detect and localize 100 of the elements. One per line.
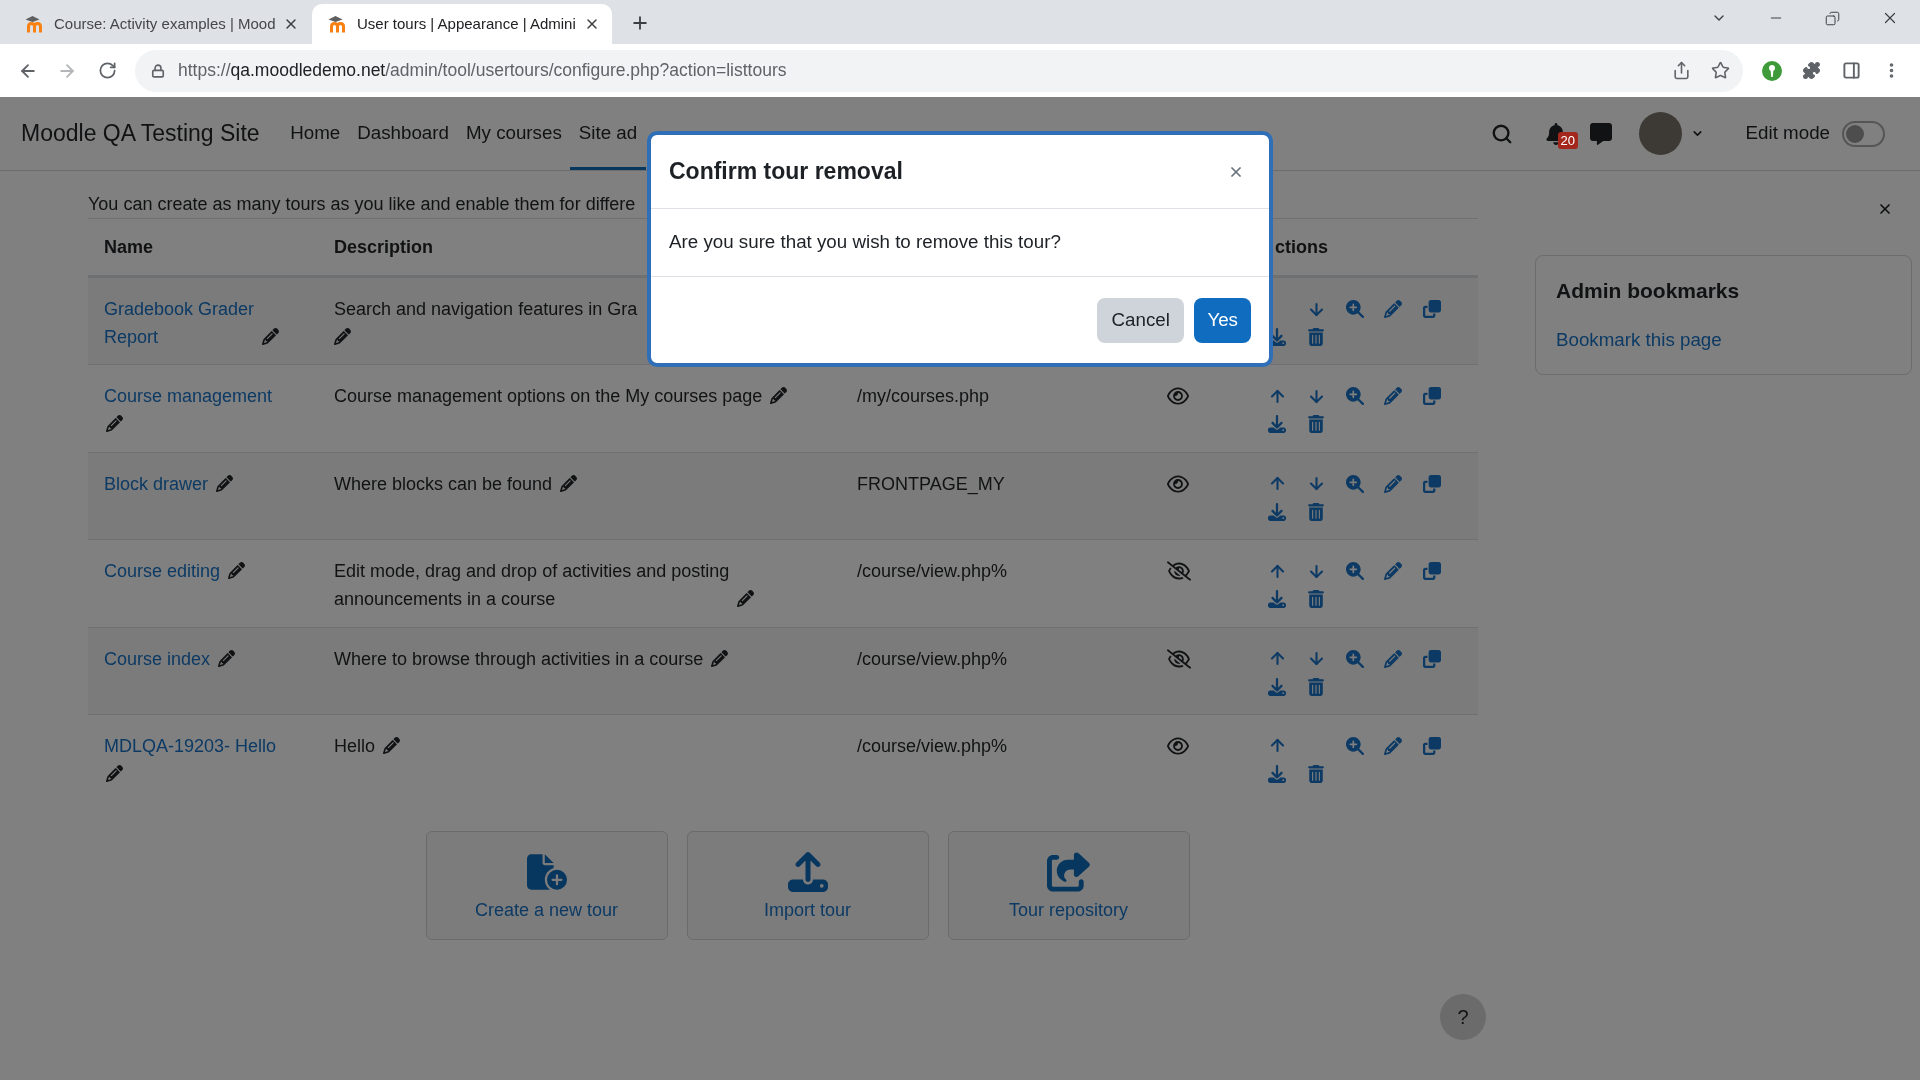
tour-name-link[interactable]: Course index	[104, 644, 211, 673]
eye-icon[interactable]	[1167, 386, 1189, 407]
create-tour-button[interactable]: Create a new tour	[425, 831, 668, 941]
eye-slash-icon[interactable]	[1167, 561, 1191, 582]
zoom-in-icon[interactable]	[1345, 736, 1364, 755]
browser-tab[interactable]: Course: Activity examples | Mood	[12, 4, 309, 44]
eye-icon[interactable]	[1167, 735, 1189, 756]
zoom-in-icon[interactable]	[1345, 562, 1364, 581]
search-icon[interactable]	[1490, 122, 1513, 145]
share-icon	[1046, 852, 1091, 893]
eye-slash-icon[interactable]	[1167, 648, 1191, 669]
close-icon[interactable]	[1877, 201, 1893, 217]
dialog-message: Are you sure that you wish to remove this tour?	[669, 230, 1061, 255]
edit-mode-label: Edit mode	[1745, 121, 1830, 146]
tour-name-link[interactable]: Course editing	[104, 557, 221, 586]
trash-icon[interactable]	[1308, 328, 1325, 346]
trash-icon[interactable]	[1308, 677, 1325, 696]
copy-icon[interactable]	[1423, 300, 1442, 318]
tour-name-link[interactable]: Block drawer	[104, 469, 209, 498]
trash-icon[interactable]	[1308, 590, 1325, 609]
trash-icon[interactable]	[1308, 415, 1325, 434]
trash-icon[interactable]	[1308, 502, 1325, 521]
pencil-icon[interactable]	[560, 474, 577, 492]
lock-icon[interactable]	[151, 63, 165, 78]
url-pattern-text: /course/view.php%	[857, 561, 1008, 582]
dialog-title: Confirm tour removal	[669, 157, 903, 187]
site-name[interactable]: Moodle QA Testing Site	[21, 116, 260, 151]
upload-icon	[787, 852, 828, 893]
trash-icon[interactable]	[1308, 764, 1325, 783]
pencil-icon[interactable]	[383, 736, 400, 754]
pencil-icon[interactable]	[1384, 300, 1403, 318]
confirm-button[interactable]: Yes	[1194, 298, 1251, 343]
notification-count: 20	[1557, 131, 1579, 149]
file-plus-icon	[526, 852, 567, 893]
chat-icon[interactable]	[1589, 122, 1612, 145]
description-text: Edit mode, drag and drop of activities and posting announcements in a course	[334, 560, 730, 612]
copy-icon[interactable]	[1423, 474, 1442, 493]
reload-icon[interactable]	[98, 61, 117, 80]
share-icon[interactable]	[1672, 61, 1691, 80]
copy-icon[interactable]	[1423, 649, 1442, 668]
url-text: https://qa.moodledemo.net/admin/tool/usertours/configure.php?action=listtours	[178, 59, 787, 83]
bookmark-link[interactable]: Bookmark this page	[1556, 326, 1722, 354]
extension-icon[interactable]	[1762, 60, 1782, 81]
pencil-icon[interactable]	[1384, 649, 1403, 668]
cancel-button[interactable]: Cancel	[1097, 298, 1185, 343]
nav-link[interactable]: Home	[281, 97, 349, 170]
pencil-icon[interactable]	[1384, 387, 1403, 406]
nav-link[interactable]: Dashboard	[348, 97, 458, 170]
help-button[interactable]: ?	[1440, 994, 1486, 1040]
cap-logo-icon	[328, 15, 346, 33]
close-tab-icon[interactable]	[283, 16, 299, 32]
address-field[interactable]: https://qa.moodledemo.net/admin/tool/usertours/configure.php?action=listtours	[135, 49, 1743, 92]
pencil-icon[interactable]	[770, 387, 787, 405]
import-tour-button[interactable]: Import tour	[686, 831, 929, 941]
copy-icon[interactable]	[1423, 562, 1442, 581]
description-text: Hello	[334, 734, 376, 758]
eye-icon[interactable]	[1167, 473, 1189, 494]
description-text: Course management options on the My courses page	[334, 385, 763, 409]
description-text: Where blocks can be found	[334, 472, 553, 496]
copy-icon[interactable]	[1423, 736, 1442, 755]
pencil-icon[interactable]	[218, 649, 235, 667]
tour-name-link[interactable]: Gradebook Grader Report	[104, 295, 255, 351]
url-pattern-text: /course/view.php%	[857, 648, 1008, 669]
url-pattern-text: /course/view.php%	[857, 735, 1008, 756]
pencil-icon[interactable]	[711, 649, 728, 667]
block-title: Admin bookmarks	[1556, 278, 1740, 304]
close-tab-icon[interactable]	[584, 16, 600, 32]
cap-logo-icon	[25, 15, 43, 33]
pencil-icon[interactable]	[1384, 736, 1403, 755]
tour-name-link[interactable]: Course management	[104, 382, 273, 411]
star-icon[interactable]	[1711, 61, 1730, 80]
column-header: ctions	[1275, 237, 1328, 257]
tour-name-link[interactable]: MDLQA-19203- Hello	[104, 731, 277, 760]
side-panel-icon[interactable]	[1842, 61, 1861, 80]
puzzle-icon[interactable]	[1802, 61, 1821, 80]
nav-link[interactable]: My courses	[457, 97, 571, 170]
pencil-icon[interactable]	[334, 328, 351, 345]
pencil-icon[interactable]	[228, 562, 245, 580]
copy-icon[interactable]	[1423, 387, 1442, 406]
pencil-icon[interactable]	[1384, 562, 1403, 581]
new-tab-icon[interactable]	[630, 13, 650, 33]
description-text: Where to browse through activities in a course	[334, 647, 704, 671]
pencil-icon[interactable]	[737, 590, 754, 608]
pencil-icon[interactable]	[106, 415, 123, 433]
edit-mode-switch[interactable]	[1842, 120, 1885, 147]
zoom-in-icon[interactable]	[1345, 387, 1364, 406]
pencil-icon[interactable]	[1384, 474, 1403, 493]
description-text: Search and navigation features in Gra	[334, 298, 638, 321]
zoom-in-icon[interactable]	[1345, 300, 1364, 318]
pencil-icon[interactable]	[262, 328, 279, 345]
url-pattern-text: FRONTPAGE_MY	[857, 473, 1005, 494]
browser-tab[interactable]: User tours | Appearance | Admini	[312, 4, 612, 44]
tour-repository-button[interactable]: Tour repository	[947, 831, 1190, 941]
zoom-in-icon[interactable]	[1345, 649, 1364, 668]
user-avatar[interactable]	[1638, 112, 1682, 155]
pencil-icon[interactable]	[106, 764, 123, 782]
zoom-in-icon[interactable]	[1345, 474, 1364, 493]
pencil-icon[interactable]	[216, 474, 233, 492]
restore-icon[interactable]	[1825, 10, 1840, 26]
intro-text: You can create as many tours as you like and enable them for differe	[88, 193, 636, 216]
